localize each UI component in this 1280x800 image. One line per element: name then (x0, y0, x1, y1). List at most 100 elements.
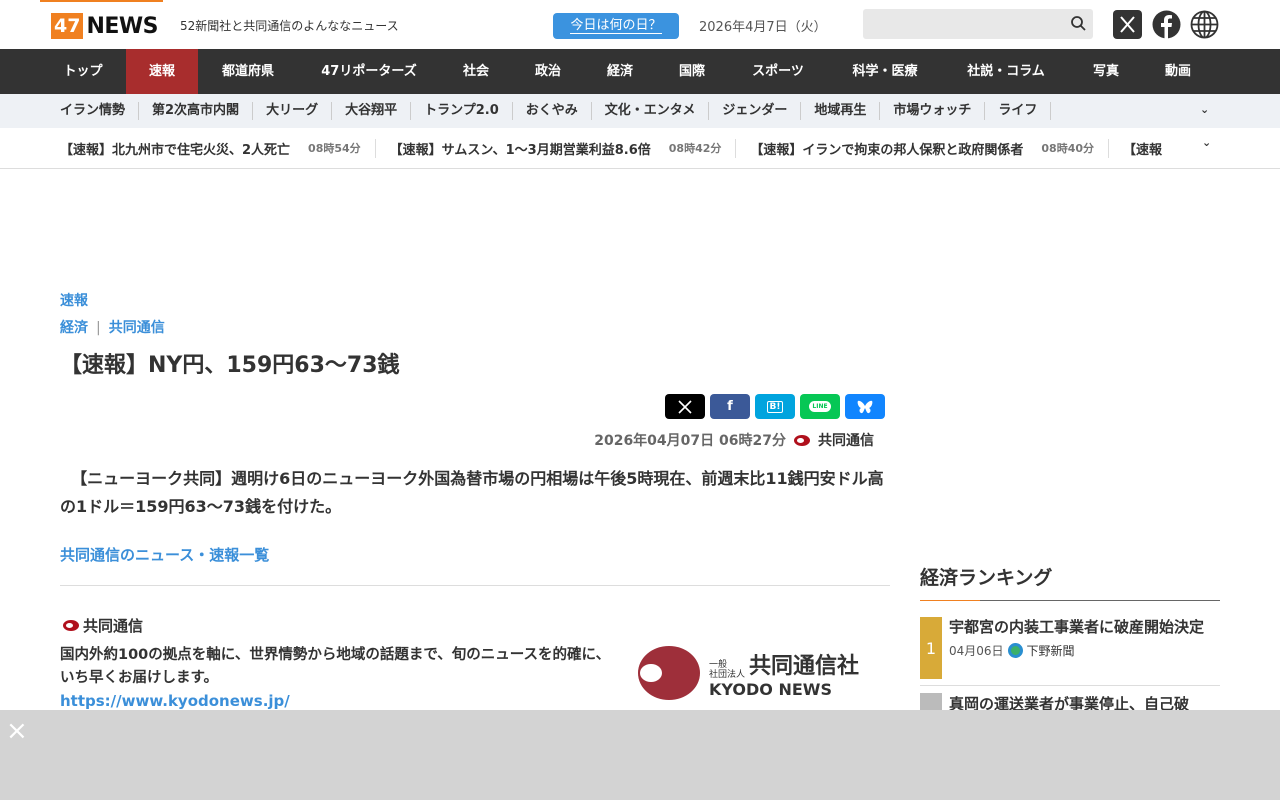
site-logo[interactable]: 47 NEWS (51, 13, 159, 39)
ticker-chevron-down-icon[interactable]: ⌄ (1200, 136, 1212, 149)
source-name: 共同通信 (818, 433, 874, 449)
nav-sports[interactable]: スポーツ (728, 49, 828, 94)
nav-editorials[interactable]: 社説・コラム (942, 49, 1070, 94)
share-line-button[interactable]: LINE (800, 394, 840, 419)
logo-text: NEWS (86, 13, 159, 39)
x-icon[interactable] (1113, 10, 1142, 39)
kyodo-news-list-link[interactable]: 共同通信のニュース・速報一覧 (60, 544, 269, 565)
nav-47reporters[interactable]: 47リポーターズ (298, 49, 440, 94)
globe-icon[interactable] (1190, 10, 1219, 39)
accent-line (40, 0, 163, 2)
nav-prefectures[interactable]: 都道府県 (198, 49, 298, 94)
hatena-icon: B! (766, 400, 784, 413)
article-body-text: 【ニューヨーク共同】週明け6日のニューヨーク外国為替市場の円相場は午後5時現在、… (60, 469, 884, 516)
tag-separator: | (96, 320, 101, 336)
facebook-icon: f (727, 399, 733, 414)
topic-nav: イラン情勢 第2次高市内閣 大リーグ 大谷翔平 トランプ2.0 おくやみ 文化・… (0, 94, 1280, 128)
article-title: 【速報】NY円、159円63～73銭 (60, 353, 400, 378)
ticker-title: 【速報】サムスン、1～3月期営業利益8.6倍 (389, 142, 651, 158)
nav-videos[interactable]: 動画 (1142, 49, 1214, 94)
topic-link[interactable]: 文化・エンタメ (592, 102, 710, 120)
nav-society[interactable]: 社会 (440, 49, 512, 94)
ticker-time: 08時42分 (668, 142, 722, 155)
today-button[interactable]: 今日は何の日？ (553, 13, 679, 39)
site-header: 47 NEWS 52新聞社と共同通信のよんななニュース 今日は何の日？ 2026年… (0, 0, 1280, 49)
kyodo-logo-icon (63, 620, 79, 631)
ticker-item[interactable]: 【速報】イランで拘束の邦人保釈と政府関係者 08時40分 (750, 138, 1110, 158)
topic-link[interactable]: 地域再生 (801, 102, 881, 120)
publish-info: 2026年04月07日 06時27分 共同通信 (594, 430, 874, 450)
logo-big-text: 共同通信社 (749, 653, 860, 679)
nav-breaking[interactable]: 速報 (126, 49, 198, 94)
ticker-item[interactable]: 【速報 (1123, 139, 1176, 158)
ranking-title: 経済ランキング (920, 563, 1220, 601)
ticker-time: 08時40分 (1041, 142, 1095, 155)
tag-kyodo[interactable]: 共同通信 (109, 320, 165, 336)
ranking-sidebar: 経済ランキング 1 宇都宮の内装工事業者に破産開始決定 04月06日 下野新聞 真… (920, 563, 1220, 723)
bottom-ad-overlay: × (0, 710, 1280, 800)
x-icon (678, 399, 692, 414)
main-nav: トップ 速報 都道府県 47リポーターズ 社会 政治 経済 国際 スポーツ 科学… (0, 49, 1280, 94)
article-category[interactable]: 速報 (60, 290, 890, 310)
article-tags: 経済 | 共同通信 (60, 317, 890, 337)
logo-small-text: 社団法人 (709, 669, 746, 680)
rank-date: 04月06日 (949, 644, 1004, 658)
topic-link[interactable]: 大谷翔平 (332, 102, 412, 120)
article: 速報 経済 | 共同通信 【速報】NY円、159円63～73銭 f B! LINE … (60, 290, 890, 710)
topic-link[interactable]: ライフ (985, 102, 1052, 120)
ticker-title: 【速報】北九州市で住宅火災、2人死亡 (60, 142, 291, 158)
kyodo-logo-icon (794, 434, 810, 446)
nav-science-medical[interactable]: 科学・医療 (828, 49, 942, 94)
ticker-title: 【速報】イランで拘束の邦人保釈と政府関係者 (750, 142, 1024, 158)
share-facebook-button[interactable]: f (710, 394, 750, 419)
tag-economy[interactable]: 経済 (60, 320, 88, 336)
today-button-label: 今日は何の日？ (570, 18, 662, 34)
ticker-item[interactable]: 【速報】サムスン、1～3月期営業利益8.6倍 08時42分 (389, 138, 737, 158)
share-buttons: f B! LINE (665, 394, 885, 419)
tagline: 52新聞社と共同通信のよんななニュース (180, 19, 399, 33)
close-icon[interactable]: × (6, 718, 28, 744)
shimotsuke-logo-icon (1007, 643, 1023, 658)
rank-title: 宇都宮の内装工事業者に破産開始決定 (949, 618, 1205, 636)
about-source-url[interactable]: https://www.kyodonews.jp/ (60, 692, 290, 710)
rank-number: 1 (920, 617, 942, 679)
topic-link[interactable]: イラン情勢 (47, 102, 140, 120)
ticker-time: 08時54分 (308, 142, 361, 155)
rank-source: 下野新聞 (1026, 644, 1075, 658)
facebook-icon[interactable] (1152, 10, 1181, 39)
share-bluesky-button[interactable] (845, 394, 885, 419)
about-source-title: 共同通信 (63, 615, 143, 636)
news-ticker: 【速報】北九州市で住宅火災、2人死亡 08時54分 【速報】サムスン、1～3月期営… (0, 128, 1280, 169)
current-date: 2026年4月7日（火） (699, 20, 827, 35)
topic-link[interactable]: ジェンダー (709, 102, 802, 120)
nav-top[interactable]: トップ (40, 49, 126, 94)
butterfly-icon (857, 400, 873, 413)
chevron-down-icon[interactable]: ⌄ (1200, 103, 1209, 116)
topic-link[interactable]: 市場ウォッチ (880, 102, 986, 120)
topic-link[interactable]: 第2次高市内閣 (139, 102, 254, 120)
line-icon: LINE (809, 401, 831, 412)
search-icon[interactable] (1070, 15, 1086, 31)
nav-economy[interactable]: 経済 (584, 49, 656, 94)
logo-en-text: KYODO NEWS (709, 679, 832, 699)
kyodo-circle-mark (638, 646, 700, 700)
nav-photos[interactable]: 写真 (1070, 49, 1142, 94)
publish-date: 2026年04月07日 06時27分 (594, 433, 786, 449)
share-x-button[interactable] (665, 394, 705, 419)
kyodo-news-logo[interactable]: 一般 社団法人 共同通信社 KYODO NEWS (638, 646, 859, 700)
topic-link[interactable]: おくやみ (513, 102, 592, 120)
topic-link[interactable]: トランプ2.0 (411, 102, 513, 120)
ticker-item[interactable]: 【速報】北九州市で住宅火災、2人死亡 08時54分 (60, 138, 376, 158)
search-input[interactable] (863, 9, 1093, 39)
ticker-title: 【速報 (1123, 142, 1163, 158)
nav-politics[interactable]: 政治 (512, 49, 584, 94)
logo-small-text: 一般 (709, 659, 728, 670)
topic-link[interactable]: 大リーグ (253, 102, 333, 120)
share-hatena-button[interactable]: B! (755, 394, 795, 419)
nav-international[interactable]: 国際 (656, 49, 728, 94)
about-source-text: 国内外約100の拠点を軸に、世界情勢から地域の話題まで、旬のニュースを的確に、い… (60, 647, 611, 686)
logo-number: 47 (51, 13, 84, 39)
about-source-name: 共同通信 (83, 617, 144, 635)
ranking-item[interactable]: 1 宇都宮の内装工事業者に破産開始決定 04月06日 下野新聞 (920, 601, 1220, 686)
article-body: 【ニューヨーク共同】週明け6日のニューヨーク外国為替市場の円相場は午後5時現在、… (60, 465, 890, 521)
